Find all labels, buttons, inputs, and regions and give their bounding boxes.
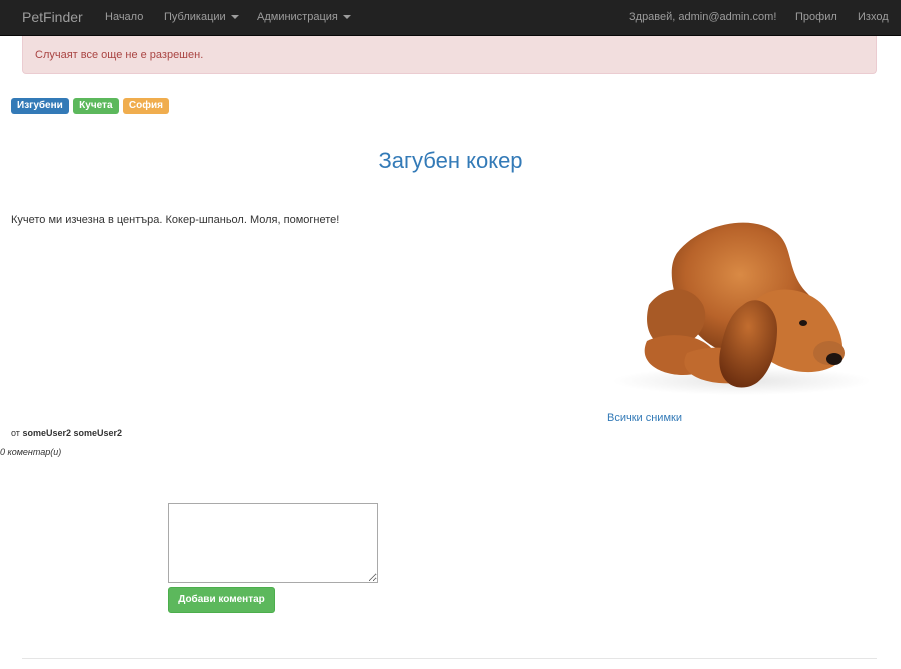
dog-image — [607, 213, 877, 396]
tag-sofia[interactable]: София — [122, 98, 169, 114]
brand-link[interactable]: PetFinder — [22, 9, 83, 25]
post-description: Кучето ми изчезна в центъра. Кокер-шпань… — [11, 214, 340, 226]
nav-profile[interactable]: Профил — [795, 11, 837, 23]
comment-count: 0 коментар(и) — [0, 447, 62, 457]
nav-home[interactable]: Начало — [105, 11, 143, 23]
tag-dogs[interactable]: Кучета — [73, 98, 119, 114]
page-title: Загубен кокер — [378, 148, 523, 173]
nav-posts-label: Публикации — [164, 11, 226, 23]
status-alert: Случаят все още не е разрешен. — [22, 36, 877, 74]
comment-textarea[interactable] — [168, 503, 378, 583]
author-name[interactable]: someUser2 someUser2 — [22, 428, 122, 438]
tag-list: Изгубени Кучета София — [11, 98, 170, 114]
caret-down-icon — [230, 15, 239, 20]
add-comment-button[interactable]: Добави коментар — [168, 587, 275, 613]
tag-lost[interactable]: Изгубени — [11, 98, 69, 114]
navbar: PetFinder Начало Публикации Администраци… — [0, 0, 901, 36]
nav-posts-dropdown[interactable]: Публикации — [164, 11, 239, 23]
post-author: от someUser2 someUser2 — [11, 428, 122, 438]
nav-admin-dropdown[interactable]: Администрация — [257, 11, 351, 23]
nav-admin-label: Администрация — [257, 11, 338, 23]
pet-photo[interactable] — [607, 213, 877, 396]
footer-divider — [22, 658, 877, 659]
nav-greeting[interactable]: Здравей, admin@admin.com! — [629, 11, 776, 23]
author-prefix: от — [11, 428, 20, 438]
all-photos-link[interactable]: Всички снимки — [607, 412, 682, 424]
nav-logout[interactable]: Изход — [858, 11, 889, 23]
caret-down-icon — [342, 15, 351, 20]
